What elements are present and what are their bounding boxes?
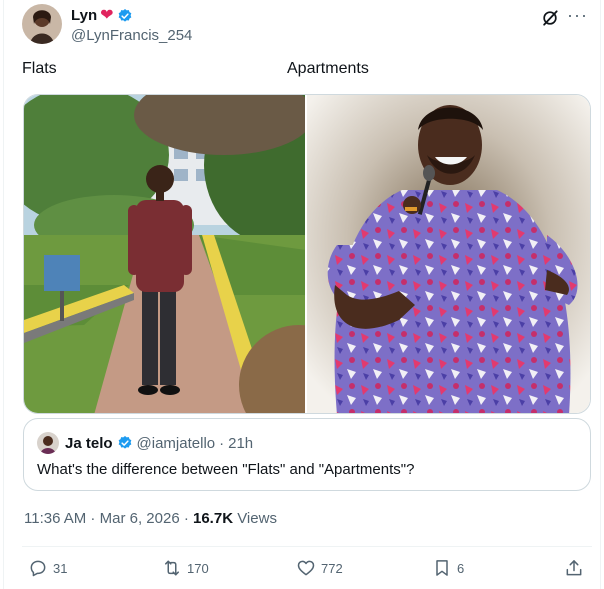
photo-large-man-microphone — [307, 95, 590, 413]
meta-separator: · — [86, 510, 100, 527]
quoted-author-handle[interactable]: @iamjatello — [137, 435, 216, 452]
quoted-author-name[interactable]: Ja telo — [65, 435, 113, 452]
media-photo-left[interactable] — [24, 95, 305, 413]
quoted-tweet[interactable]: Ja telo @iamjatello · 21h What's the dif… — [23, 418, 591, 491]
like-button[interactable]: 772 — [296, 558, 343, 578]
author-name-row[interactable]: Lyn ❤ — [71, 7, 133, 24]
verified-badge-icon — [118, 436, 131, 449]
media-photo-right[interactable] — [307, 95, 590, 413]
quoted-timestamp[interactable]: 21h — [228, 435, 253, 452]
bookmark-button[interactable]: 6 — [432, 558, 464, 578]
heart-emoji-icon: ❤ — [100, 6, 114, 24]
like-count: 772 — [321, 560, 343, 576]
reply-button[interactable]: 31 — [28, 558, 67, 578]
author-handle[interactable]: @LynFrancis_254 — [71, 27, 192, 44]
more-options-icon[interactable]: ··· — [567, 5, 588, 26]
heart-icon — [297, 560, 315, 576]
author-avatar[interactable] — [22, 4, 62, 44]
reply-count: 31 — [53, 560, 68, 576]
bookmark-icon — [436, 560, 448, 576]
bookmark-count: 6 — [457, 560, 465, 576]
tweet-text: Flats Apartments — [22, 60, 592, 82]
tweet-card: Lyn ❤ @LynFrancis_254 ··· Flats Apartmen… — [3, 0, 601, 589]
share-button[interactable] — [564, 558, 584, 578]
quoted-tweet-header: Ja telo @iamjatello · 21h — [37, 432, 253, 454]
tweet-text-right: Apartments — [287, 60, 369, 77]
verified-badge-icon — [118, 8, 131, 22]
quoted-tweet-text: What's the difference between "Flats" an… — [37, 461, 415, 478]
repost-count: 170 — [187, 560, 209, 576]
media-grid — [23, 94, 591, 414]
tweet-text-left: Flats — [22, 60, 57, 77]
views-count: 16.7K — [193, 510, 234, 527]
action-bar: 31 170 772 6 — [28, 558, 588, 584]
tweet-header: Lyn ❤ @LynFrancis_254 ··· — [22, 4, 592, 46]
actions-divider — [22, 546, 592, 547]
tweet-time[interactable]: 11:36 AM — [24, 510, 86, 527]
repost-button[interactable]: 170 — [162, 558, 209, 578]
quoted-separator: · — [219, 434, 225, 452]
meta-separator: · — [179, 510, 193, 527]
repost-icon — [165, 560, 179, 576]
views-label: Views — [233, 510, 277, 527]
quoted-author-avatar[interactable] — [37, 432, 59, 454]
author-name[interactable]: Lyn — [71, 7, 97, 24]
tweet-meta: 11:36 AM · Mar 6, 2026 · 16.7K Views — [24, 510, 277, 527]
grok-icon[interactable] — [540, 8, 560, 28]
share-icon — [566, 560, 582, 576]
photo-slim-man-garden — [24, 95, 305, 413]
reply-icon — [30, 560, 46, 577]
tweet-date[interactable]: Mar 6, 2026 — [100, 510, 180, 527]
